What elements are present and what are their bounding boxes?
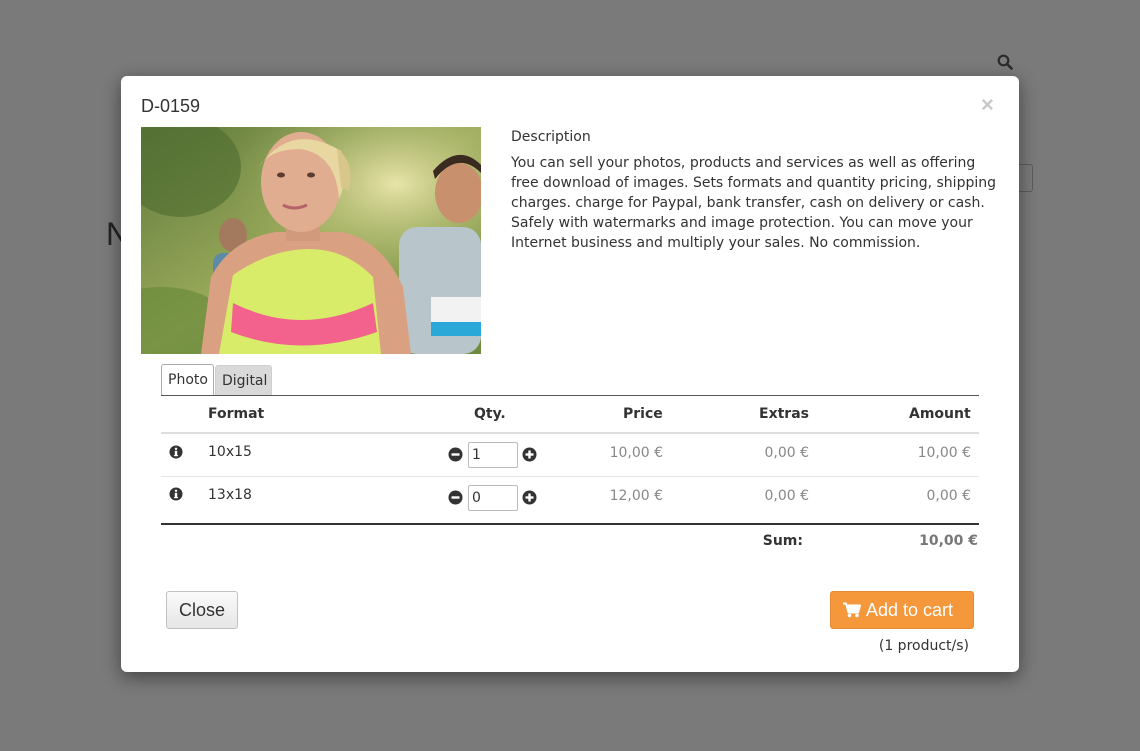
product-count: (1 product/s) — [878, 638, 969, 654]
plus-circle-icon[interactable] — [522, 447, 537, 462]
format-value: 13x18 — [208, 487, 252, 503]
description-heading: Description — [511, 129, 591, 145]
shopping-cart-icon — [843, 602, 861, 618]
product-photo — [141, 127, 481, 354]
price-value: 12,00 € — [609, 488, 663, 504]
add-to-cart-button[interactable]: Add to cart — [830, 591, 974, 629]
column-header-format: Format — [208, 406, 265, 422]
extras-value: 0,00 € — [764, 445, 809, 461]
add-to-cart-label: Add to cart — [866, 600, 954, 620]
info-icon[interactable] — [169, 487, 183, 501]
row-divider — [161, 476, 979, 477]
column-header-amount: Amount — [909, 406, 971, 422]
quantity-input[interactable] — [468, 442, 518, 468]
description-text: You can sell your photos, products and s… — [511, 155, 996, 251]
table-header-divider — [161, 432, 979, 434]
tab-digital[interactable]: Digital — [215, 365, 272, 396]
background-search-field — [1018, 164, 1033, 192]
quantity-input[interactable] — [468, 485, 518, 511]
amount-value: 10,00 € — [917, 445, 971, 461]
sum-value: 10,00 € — [919, 533, 978, 549]
product-modal: D-0159 × Description You can sell your p… — [121, 76, 1019, 672]
tab-divider — [161, 395, 979, 396]
close-button[interactable]: Close — [166, 591, 238, 629]
minus-circle-icon[interactable] — [448, 447, 463, 462]
plus-circle-icon[interactable] — [522, 490, 537, 505]
price-value: 10,00 € — [609, 445, 663, 461]
column-header-qty: Qty. — [474, 406, 506, 422]
column-header-price: Price — [623, 406, 663, 422]
info-icon[interactable] — [169, 445, 183, 459]
extras-value: 0,00 € — [764, 488, 809, 504]
tab-photo[interactable]: Photo — [161, 364, 214, 396]
total-divider — [161, 523, 979, 525]
column-header-extras: Extras — [759, 406, 809, 422]
search-icon[interactable] — [997, 54, 1013, 70]
minus-circle-icon[interactable] — [448, 490, 463, 505]
modal-title: D-0159 — [141, 96, 201, 116]
amount-value: 0,00 € — [926, 488, 971, 504]
format-value: 10x15 — [208, 444, 252, 460]
close-icon[interactable]: × — [981, 94, 994, 116]
sum-label: Sum: — [762, 533, 803, 549]
